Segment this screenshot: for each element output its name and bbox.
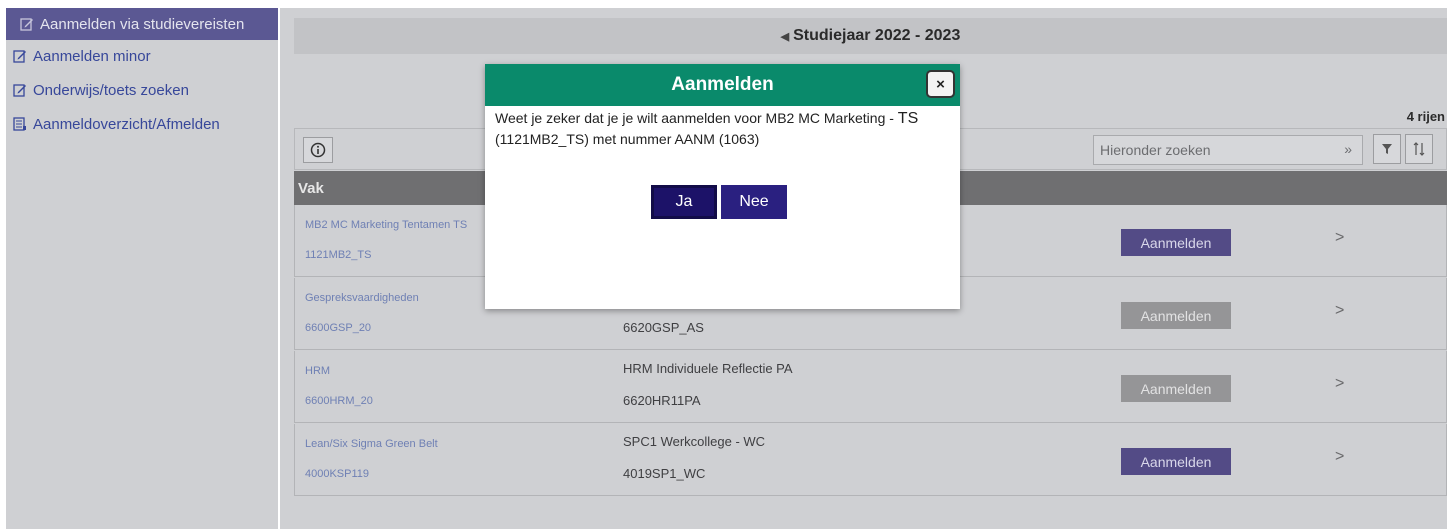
app-window: Aanmelden via studievereisten Aanmelden … [0, 0, 1447, 529]
sidebar-item-label: Aanmeldoverzicht/Afmelden [33, 115, 220, 133]
table-row[interactable]: Lean/Six Sigma Green Belt 4000KSP119 SPC… [294, 424, 1447, 496]
info-icon [310, 142, 326, 158]
year-label: Studiejaar 2022 - 2023 [793, 27, 961, 44]
onderdeel-code: 6620GSP_AS [623, 320, 704, 335]
sort-icon [1413, 142, 1425, 156]
chevron-right-icon[interactable]: > [1335, 229, 1344, 247]
vak-name: HRM [305, 365, 331, 377]
message-ts: TS [897, 110, 919, 127]
sidebar-item-onderwijs-zoeken[interactable]: Onderwijs/toets zoeken [6, 78, 278, 102]
info-button[interactable] [303, 137, 333, 163]
search-input[interactable]: Hieronder zoeken » [1093, 135, 1363, 165]
chevron-right-icon[interactable]: > [1335, 302, 1344, 320]
rows-count: 4 rijen [1406, 109, 1445, 124]
search-placeholder: Hieronder zoeken [1100, 142, 1211, 158]
sidebar-item-label: Aanmelden minor [33, 47, 151, 65]
onderdeel-name: SPC1 Werkcollege - WC [623, 434, 766, 449]
confirm-dialog: Aanmelden × Weet je zeker dat je je wilt… [485, 64, 960, 309]
message-course: MB2 MC Marketing - [765, 110, 898, 126]
sidebar-item-aanmeldoverzicht[interactable]: Aanmeldoverzicht/Afmelden [6, 112, 278, 136]
vak-code: 6600HRM_20 [305, 395, 373, 407]
edit-icon [20, 17, 34, 31]
aanmelden-button[interactable]: Aanmelden [1121, 229, 1231, 256]
message-number: (1063) [718, 131, 760, 147]
vak-code: 6600GSP_20 [305, 322, 372, 334]
vak-code: 4000KSP119 [305, 468, 370, 480]
aanmelden-button[interactable]: Aanmelden [1121, 302, 1231, 329]
list-icon [13, 117, 27, 131]
no-button[interactable]: Nee [721, 185, 787, 219]
year-selector[interactable]: ◀ Studiejaar 2022 - 2023 [294, 18, 1447, 54]
aanmelden-button[interactable]: Aanmelden [1121, 448, 1231, 475]
vak-code: 1121MB2_TS [305, 249, 372, 261]
onderdeel-code: 4019SP1_WC [623, 466, 706, 481]
close-button[interactable]: × [926, 70, 955, 98]
dialog-buttons: Ja Nee [651, 185, 787, 219]
yes-button[interactable]: Ja [651, 185, 717, 219]
dialog-title: Aanmelden [671, 74, 774, 95]
onderdeel-name: HRM Individuele Reflectie PA [623, 361, 793, 376]
sidebar: Aanmelden via studievereisten Aanmelden … [6, 8, 278, 529]
edit-icon [13, 49, 27, 63]
sort-button[interactable] [1405, 134, 1433, 164]
chevron-right-icon[interactable]: > [1335, 375, 1344, 393]
vak-name: MB2 MC Marketing Tentamen TS [305, 219, 468, 231]
aanmelden-button[interactable]: Aanmelden [1121, 375, 1231, 402]
search-go-icon[interactable]: » [1344, 141, 1352, 157]
sidebar-item-label: Aanmelden via studievereisten [40, 15, 245, 33]
column-header-vak: Vak [298, 179, 324, 197]
sidebar-item-aanmelden-minor[interactable]: Aanmelden minor [6, 44, 278, 68]
vak-name: Gespreksvaardigheden [305, 292, 419, 304]
message-part2: (1121MB2_TS) met nummer AANM [495, 131, 719, 147]
sidebar-item-label: Onderwijs/toets zoeken [33, 81, 189, 99]
filter-button[interactable] [1373, 134, 1401, 164]
caret-left-icon[interactable]: ◀ [781, 30, 789, 43]
onderdeel-code: 6620HR11PA [623, 393, 701, 408]
dialog-message: Weet je zeker dat je je wilt aanmelden v… [495, 108, 955, 149]
chevron-right-icon[interactable]: > [1335, 448, 1344, 466]
table-row[interactable]: HRM 6600HRM_20 HRM Individuele Reflectie… [294, 351, 1447, 423]
sidebar-item-aanmelden-studievereisten[interactable]: Aanmelden via studievereisten [6, 8, 278, 40]
filter-icon [1382, 144, 1392, 154]
message-part1: Weet je zeker dat je je wilt aanmelden v… [495, 110, 766, 126]
vak-name: Lean/Six Sigma Green Belt [305, 438, 438, 450]
dialog-header: Aanmelden × [485, 64, 960, 106]
edit-icon [13, 83, 27, 97]
